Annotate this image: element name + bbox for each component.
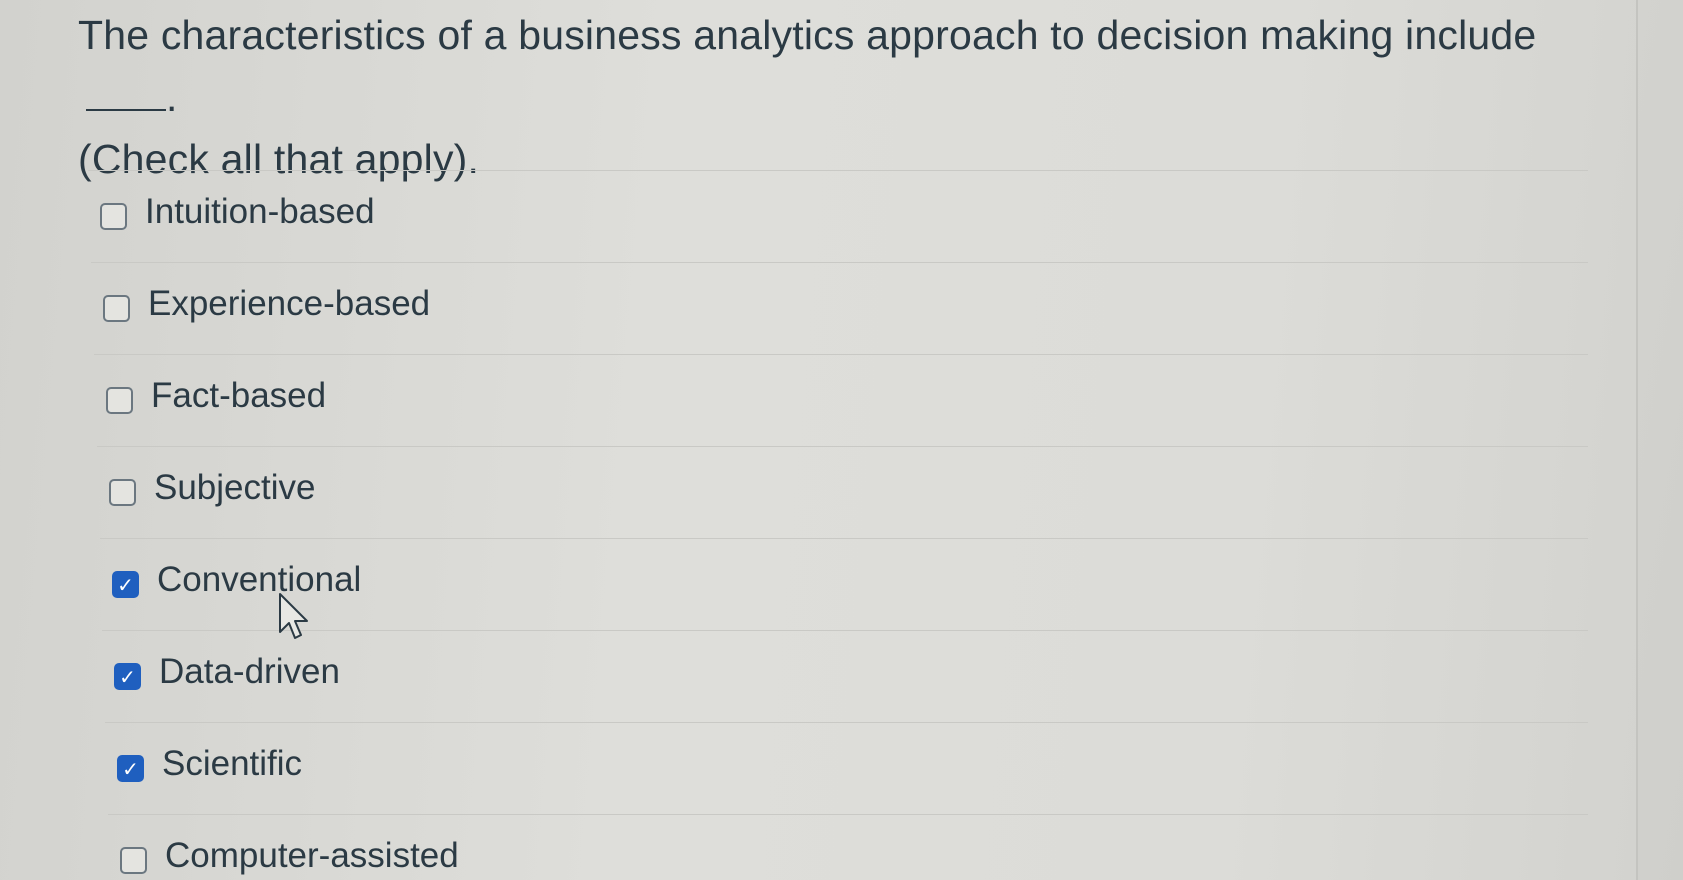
answer-label: Subjective — [154, 467, 316, 507]
answer-checkbox[interactable]: ✓ — [100, 203, 127, 230]
answer-checkbox[interactable]: ✓ — [112, 571, 139, 598]
answer-label: Conventional — [157, 559, 362, 599]
answer-option[interactable]: ✓ Intuition-based — [88, 170, 1588, 262]
checkmark-icon: ✓ — [119, 664, 136, 689]
answer-list: ✓ Intuition-based ✓ Experience-based ✓ F… — [88, 170, 1588, 880]
checkmark-icon: ✓ — [117, 572, 134, 597]
answer-checkbox[interactable]: ✓ — [106, 387, 133, 414]
answer-checkbox[interactable]: ✓ — [109, 479, 136, 506]
answer-checkbox[interactable]: ✓ — [120, 847, 147, 874]
answer-option[interactable]: ✓ Subjective — [97, 446, 1588, 538]
answer-label: Computer-assisted — [165, 835, 459, 875]
answer-checkbox[interactable]: ✓ — [103, 295, 130, 322]
checkmark-icon: ✓ — [122, 756, 139, 781]
answer-label: Intuition-based — [145, 191, 375, 231]
answer-option[interactable]: ✓ Scientific — [105, 722, 1588, 814]
fill-in-blank — [86, 75, 166, 111]
answer-label: Scientific — [162, 743, 303, 783]
question-blank-suffix: . — [166, 74, 178, 120]
answer-option[interactable]: ✓ Fact-based — [94, 354, 1588, 446]
answer-checkbox[interactable]: ✓ — [114, 663, 141, 690]
answer-option[interactable]: ✓ Conventional — [100, 538, 1588, 630]
mouse-pointer-icon — [279, 593, 308, 639]
answer-option[interactable]: ✓ Experience-based — [91, 262, 1588, 354]
answer-option[interactable]: ✓ Data-driven — [102, 630, 1588, 722]
answer-label: Experience-based — [148, 283, 431, 323]
question-text: The characteristics of a business analyt… — [78, 4, 1578, 190]
quiz-question-panel: The characteristics of a business analyt… — [0, 0, 1638, 880]
answer-label: Fact-based — [151, 375, 327, 415]
answer-checkbox[interactable]: ✓ — [117, 755, 144, 782]
answer-label: Data-driven — [159, 651, 340, 691]
question-line-1: The characteristics of a business analyt… — [78, 12, 1537, 58]
screen-background: The characteristics of a business analyt… — [0, 0, 1683, 880]
answer-option[interactable]: ✓ Computer-assisted — [108, 814, 1588, 880]
